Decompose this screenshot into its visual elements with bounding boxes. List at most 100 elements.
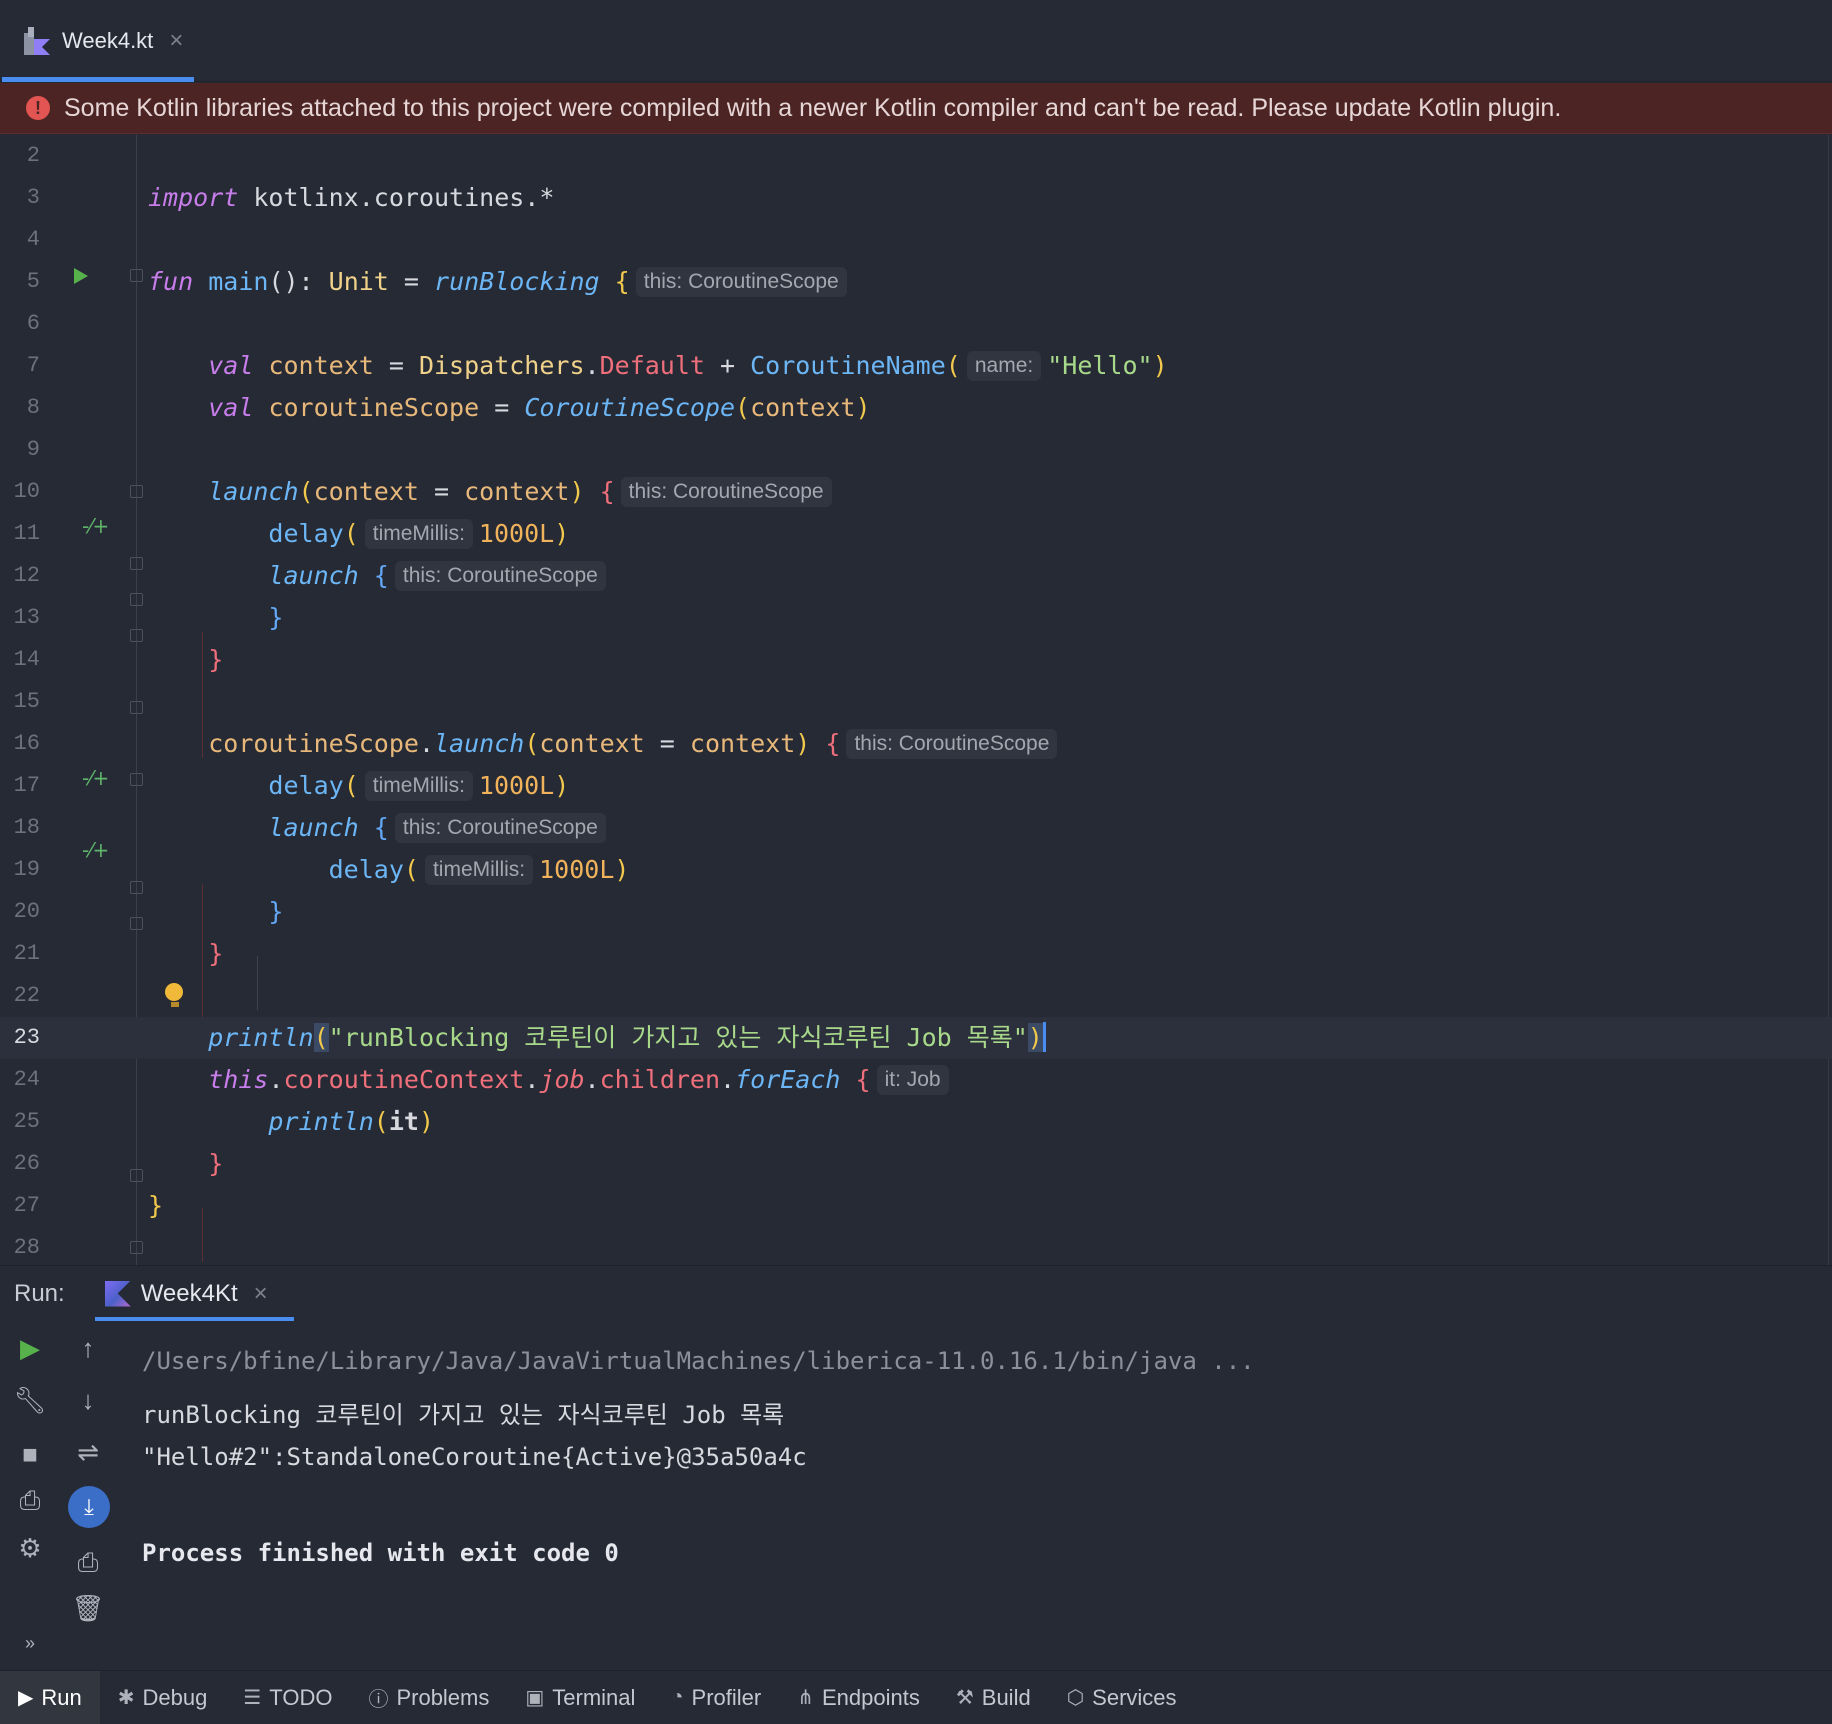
run-tab-close-icon[interactable]: × xyxy=(254,1280,268,1308)
inlay-hint: this: CoroutineScope xyxy=(394,561,606,591)
code-line[interactable]: 27 } xyxy=(0,1185,1832,1227)
line-number: 6 xyxy=(26,311,40,336)
tool-debug[interactable]: ✱ Debug xyxy=(100,1671,226,1724)
tool-window-bar: ▶ Run ✱ Debug ☰ TODO ⓘ Problems ▣ Termin… xyxy=(0,1670,1832,1724)
tool-label: TODO xyxy=(269,1684,333,1710)
line-number: 19 xyxy=(13,857,40,882)
kotlin-plugin-error-banner: ! Some Kotlin libraries attached to this… xyxy=(0,83,1832,134)
code-line[interactable]: 4 xyxy=(0,219,1832,261)
line-number: 25 xyxy=(13,1109,40,1134)
line-number: 20 xyxy=(13,899,40,924)
tool-label: Profiler xyxy=(691,1684,762,1710)
print-icon[interactable]: ⎙ xyxy=(68,1547,108,1579)
tool-todo[interactable]: ☰ TODO xyxy=(225,1671,350,1724)
code-line[interactable]: 17 delay(timeMillis: 1000L) xyxy=(0,765,1832,807)
code-line[interactable]: 24 this.coroutineContext.job.children.fo… xyxy=(0,1059,1832,1101)
line-number: 23 xyxy=(13,1025,40,1050)
code-line[interactable]: 6 xyxy=(0,303,1832,345)
code-line[interactable]: 18 launch {this: CoroutineScope xyxy=(0,807,1832,849)
inlay-hint: timeMillis: xyxy=(364,771,473,801)
tool-label: Endpoints xyxy=(821,1684,920,1710)
tool-run[interactable]: ▶ Run xyxy=(0,1670,100,1724)
code-line[interactable]: 10 launch(context = context) {this: Coro… xyxy=(0,471,1832,513)
active-tab-indicator xyxy=(2,77,194,82)
run-config-tab[interactable]: Week4Kt × xyxy=(94,1266,294,1322)
soft-wrap-icon[interactable]: ⇌ xyxy=(68,1437,108,1468)
code-line[interactable]: 11 delay(timeMillis: 1000L) xyxy=(0,513,1832,555)
tool-endpoints[interactable]: ⋔ Endpoints xyxy=(779,1671,938,1724)
line-number: 3 xyxy=(26,185,40,210)
code-editor[interactable]: -⁄+ -⁄+ -⁄+ 2 3 import kotlinx.coroutine… xyxy=(0,135,1832,1265)
code-line[interactable]: 3 import kotlinx.coroutines.* xyxy=(0,177,1832,219)
line-number: 17 xyxy=(13,773,40,798)
tool-build[interactable]: ⚒ Build xyxy=(938,1671,1049,1724)
camera-icon[interactable]: ⎙ xyxy=(10,1485,50,1517)
line-number: 21 xyxy=(13,941,40,966)
code-line[interactable]: 13 } xyxy=(0,597,1832,639)
down-arrow-icon[interactable]: ↓ xyxy=(68,1385,108,1416)
console-line: /Users/bfine/Library/Java/JavaVirtualMac… xyxy=(142,1347,1255,1375)
code-line[interactable]: 28 xyxy=(0,1227,1832,1265)
current-code-line[interactable]: 23 println("runBlocking 코루틴이 가지고 있는 자식코루… xyxy=(0,1017,1832,1059)
inlay-hint: this: CoroutineScope xyxy=(846,729,1058,759)
stop-icon[interactable]: ■ xyxy=(10,1439,50,1470)
tool-problems[interactable]: ⓘ Problems xyxy=(350,1671,507,1724)
up-arrow-icon[interactable]: ↑ xyxy=(68,1333,108,1364)
code-line[interactable]: 26 } xyxy=(0,1143,1832,1185)
line-number: 27 xyxy=(13,1193,40,1218)
more-icon[interactable]: » xyxy=(10,1633,50,1654)
problems-icon: ⓘ xyxy=(368,1689,389,1711)
wrench-icon[interactable]: 🔧︎ xyxy=(10,1385,50,1416)
profiler-icon: ◔ xyxy=(671,1686,684,1708)
text-caret xyxy=(1042,1022,1046,1052)
settings-icon[interactable]: ⚙ xyxy=(10,1533,50,1564)
services-icon: ⬡ xyxy=(1066,1687,1085,1709)
debug-icon: ✱ xyxy=(117,1687,135,1709)
rerun-icon[interactable]: ▶ xyxy=(10,1333,50,1364)
line-number: 11 xyxy=(13,521,40,546)
tool-label: Problems xyxy=(396,1684,490,1710)
scroll-to-end-icon[interactable]: ⤓ xyxy=(68,1486,110,1528)
code-line[interactable]: 14 } xyxy=(0,639,1832,681)
line-number: 24 xyxy=(13,1067,40,1092)
error-icon: ! xyxy=(26,96,50,120)
tab-week4-kt[interactable]: Week4.kt × xyxy=(2,0,194,82)
tool-label: Terminal xyxy=(552,1684,636,1710)
tool-profiler[interactable]: ◔ Profiler xyxy=(653,1671,779,1724)
inlay-hint: this: CoroutineScope xyxy=(635,267,847,297)
editor-tab-bar: Week4.kt × xyxy=(0,0,1832,82)
inlay-hint: this: CoroutineScope xyxy=(394,813,606,843)
code-line[interactable]: 19 delay(timeMillis: 1000L) xyxy=(0,849,1832,891)
line-number: 14 xyxy=(13,647,40,672)
run-console[interactable]: ▶ 🔧︎ ■ ⎙ ⚙ » ↑ ↓ ⇌ ⤓ ⎙ 🗑︎ /Users/bfine/L… xyxy=(0,1321,1832,1654)
inlay-hint: timeMillis: xyxy=(424,855,534,885)
code-line[interactable]: 12 launch {this: CoroutineScope xyxy=(0,555,1832,597)
trash-icon[interactable]: 🗑︎ xyxy=(68,1593,108,1624)
line-number: 18 xyxy=(13,815,40,840)
kotlin-file-icon xyxy=(24,27,50,55)
terminal-icon: ▣ xyxy=(525,1687,545,1709)
line-number: 26 xyxy=(13,1151,40,1176)
code-line[interactable]: 2 xyxy=(0,135,1832,177)
code-line[interactable]: 22 xyxy=(0,975,1832,1017)
endpoints-icon: ⋔ xyxy=(797,1687,814,1709)
code-line[interactable]: 8 val coroutineScope = CoroutineScope(co… xyxy=(0,387,1832,429)
code-line[interactable]: 15 xyxy=(0,681,1832,723)
code-line[interactable]: 5 fun main(): Unit = runBlocking {this: … xyxy=(0,261,1832,303)
code-line[interactable]: 7 val context = Dispatchers.Default + Co… xyxy=(0,345,1832,387)
line-number: 15 xyxy=(13,689,40,714)
line-number: 28 xyxy=(13,1235,40,1260)
code-line[interactable]: 21 } xyxy=(0,933,1832,975)
kotlin-icon xyxy=(104,1280,131,1307)
code-line[interactable]: 9 xyxy=(0,429,1832,471)
code-line[interactable]: 16 coroutineScope.launch(context = conte… xyxy=(0,723,1832,765)
tool-terminal[interactable]: ▣ Terminal xyxy=(507,1671,653,1724)
inlay-hint: timeMillis: xyxy=(364,519,473,549)
code-line[interactable]: 20 } xyxy=(0,891,1832,933)
tab-close-icon[interactable]: × xyxy=(169,27,183,55)
inlay-hint: it: Job xyxy=(876,1065,949,1095)
code-line[interactable]: 25 println(it) xyxy=(0,1101,1832,1143)
line-number: 8 xyxy=(26,395,40,420)
line-number: 16 xyxy=(13,731,40,756)
tool-services[interactable]: ⬡ Services xyxy=(1049,1671,1195,1724)
